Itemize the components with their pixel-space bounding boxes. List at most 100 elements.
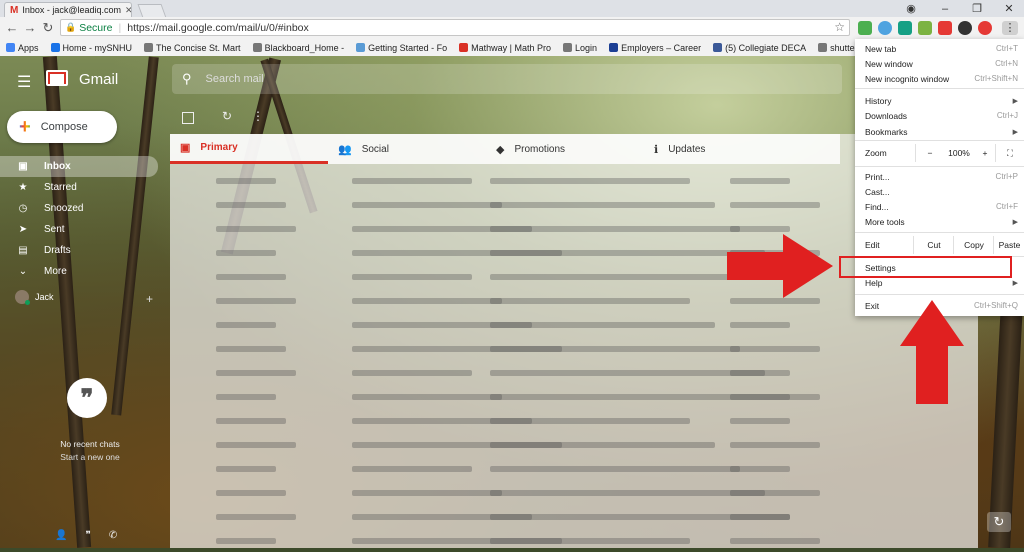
more-options-icon[interactable]: ⋮ xyxy=(252,109,264,123)
address-bar[interactable]: 🔒 Secure | https://mail.google.com/mail/… xyxy=(60,19,850,36)
tab-promotions[interactable]: ◆ Promotions xyxy=(486,134,644,164)
forward-button[interactable]: → xyxy=(22,20,38,36)
add-contact-icon[interactable]: + xyxy=(146,292,153,306)
zoom-out-button[interactable]: − xyxy=(915,144,944,162)
reload-circle-icon[interactable]: ↻ xyxy=(987,512,1011,532)
extension-icon[interactable] xyxy=(958,21,972,35)
menu-cast[interactable]: Cast... xyxy=(865,185,1018,198)
paste-button[interactable]: Paste xyxy=(993,236,1024,254)
lock-icon: 🔒 xyxy=(65,22,77,32)
bookmark-favicon-icon xyxy=(50,43,60,52)
restore-button[interactable]: ❐ xyxy=(962,0,992,17)
extension-icon[interactable] xyxy=(878,21,892,35)
bookmark-favicon-icon xyxy=(356,43,366,52)
menu-find[interactable]: Find... Ctrl+F xyxy=(865,200,1018,213)
email-row[interactable] xyxy=(170,386,978,408)
menu-more-tools[interactable]: More tools ▶ xyxy=(865,215,1018,228)
email-row[interactable] xyxy=(170,434,978,456)
menu-history[interactable]: History ▶ xyxy=(865,94,1018,107)
submenu-arrow-icon: ▶ xyxy=(1012,218,1018,226)
search-bar[interactable]: ⚲ xyxy=(172,64,842,94)
email-row[interactable] xyxy=(170,530,978,552)
extension-icon[interactable] xyxy=(918,21,932,35)
minimize-button[interactable]: – xyxy=(930,0,960,17)
bookmark-item[interactable]: Home - mySNHU xyxy=(50,43,132,53)
extension-icon[interactable] xyxy=(938,21,952,35)
tab-updates[interactable]: ℹ Updates xyxy=(644,134,802,164)
sidebar-item-sent[interactable]: ➤ Sent xyxy=(0,219,158,240)
menu-bookmarks[interactable]: Bookmarks ▶ xyxy=(865,125,1018,138)
email-row[interactable] xyxy=(170,458,978,480)
bookmark-item[interactable]: Mathway | Math Pro xyxy=(459,43,551,53)
submenu-arrow-icon: ▶ xyxy=(1012,128,1018,136)
email-row[interactable] xyxy=(170,362,978,384)
info-icon: ℹ xyxy=(654,143,659,156)
cut-button[interactable]: Cut xyxy=(913,236,954,254)
bookmark-item[interactable]: (5) Collegiate DECA xyxy=(713,43,806,53)
zoom-in-button[interactable]: + xyxy=(975,144,995,162)
tab-close-icon[interactable]: ✕ xyxy=(125,5,131,16)
bookmark-star-icon[interactable]: ☆ xyxy=(834,20,845,34)
compose-label: Compose xyxy=(40,121,88,133)
email-row[interactable] xyxy=(170,338,978,360)
menu-new-incognito[interactable]: New incognito window Ctrl+Shift+N xyxy=(865,72,1018,85)
bookmark-item[interactable]: Blackboard_Home - xyxy=(252,43,344,53)
social-icon: 👥 xyxy=(338,143,352,156)
bookmark-label: (5) Collegiate DECA xyxy=(725,42,807,53)
hangouts-chat-icon[interactable]: ❞ xyxy=(85,530,90,541)
bookmark-item[interactable]: Getting Started - Fo xyxy=(356,43,447,53)
search-icon[interactable]: ⚲ xyxy=(182,71,192,87)
fullscreen-icon[interactable]: ⛶ xyxy=(995,144,1024,162)
gmail-logo-icon xyxy=(46,70,68,86)
apps-grid-icon xyxy=(6,43,15,52)
copy-button[interactable]: Copy xyxy=(953,236,994,254)
back-button[interactable]: ← xyxy=(4,20,20,36)
menu-new-tab[interactable]: New tab Ctrl+T xyxy=(865,42,1018,55)
tab-label: Social xyxy=(361,143,389,155)
email-row[interactable] xyxy=(170,506,978,528)
inbox-icon: ▣ xyxy=(18,161,28,172)
tab-label: Promotions xyxy=(514,143,566,155)
select-all-checkbox[interactable] xyxy=(182,112,194,124)
extension-icon[interactable] xyxy=(898,21,912,35)
bookmark-item[interactable]: Employers – Career xyxy=(609,43,701,53)
person-icon[interactable]: 👤 xyxy=(55,530,67,541)
email-row[interactable] xyxy=(170,314,978,336)
refresh-icon[interactable]: ↻ xyxy=(222,109,232,123)
tab-primary[interactable]: ▣ Primary xyxy=(170,134,328,164)
email-row[interactable] xyxy=(170,482,978,504)
search-input[interactable] xyxy=(203,72,708,86)
compose-button[interactable]: + Compose xyxy=(7,111,117,143)
tab-strip: M Inbox - jack@leadiq.com ✕ ◉ – ❐ ✕ xyxy=(0,0,1024,18)
tab-social[interactable]: 👥 Social xyxy=(328,134,486,164)
gmail-nav: ▣ Inbox ★ Starred ◷ Snoozed ➤ Sent ▤ Drafts ⌄ More xyxy=(0,156,158,282)
main-menu-icon[interactable]: ☰ xyxy=(17,72,31,92)
menu-downloads[interactable]: Downloads Ctrl+J xyxy=(865,109,1018,122)
email-row[interactable] xyxy=(170,410,978,432)
sidebar-item-snoozed[interactable]: ◷ Snoozed xyxy=(0,198,158,219)
start-chat-link[interactable]: Start a new one xyxy=(40,452,140,462)
secure-label: Secure xyxy=(79,21,113,34)
sidebar-item-starred[interactable]: ★ Starred xyxy=(0,177,158,198)
menu-new-window[interactable]: New window Ctrl+N xyxy=(865,57,1018,70)
extension-icon[interactable] xyxy=(858,21,872,35)
extension-icon[interactable] xyxy=(978,21,992,35)
bookmark-item[interactable]: Login xyxy=(563,43,597,53)
close-window-button[interactable]: ✕ xyxy=(994,0,1024,17)
sidebar-item-inbox[interactable]: ▣ Inbox xyxy=(0,156,158,177)
menu-print[interactable]: Print... Ctrl+P xyxy=(865,170,1018,183)
zoom-value: 100% xyxy=(948,148,970,158)
sidebar-item-more[interactable]: ⌄ More xyxy=(0,261,158,282)
right-arrow-annotation xyxy=(727,234,833,298)
chrome-menu-icon[interactable]: ⋮ xyxy=(1002,21,1018,35)
new-tab-button[interactable] xyxy=(137,4,167,18)
reload-button[interactable]: ↻ xyxy=(40,20,56,36)
phone-icon[interactable]: ✆ xyxy=(109,530,117,541)
profile-icon[interactable]: ◉ xyxy=(896,0,926,17)
bookmark-item[interactable]: Apps xyxy=(6,43,39,53)
sidebar-item-drafts[interactable]: ▤ Drafts xyxy=(0,240,158,261)
bookmark-item[interactable]: The Concise St. Mart xyxy=(144,43,241,53)
send-icon: ➤ xyxy=(18,224,28,235)
hangouts-user[interactable]: Jack xyxy=(15,290,54,305)
browser-tab[interactable]: M Inbox - jack@leadiq.com ✕ xyxy=(4,2,132,17)
